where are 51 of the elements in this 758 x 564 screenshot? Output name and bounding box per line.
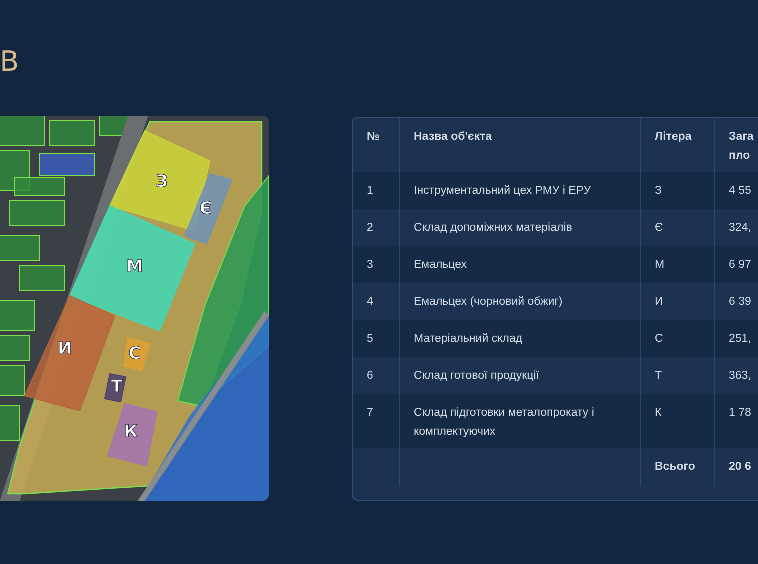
table-cell: 5	[367, 333, 374, 345]
table-cell: И	[655, 296, 664, 308]
table-cell: 363,	[729, 370, 752, 382]
table-cell: 6	[367, 370, 374, 382]
table-cell: 7	[367, 407, 374, 419]
table-cell: М	[655, 259, 665, 271]
table-cell: 1	[367, 185, 374, 197]
plot-label: С	[128, 344, 142, 364]
table-cell: 4 55	[729, 185, 752, 197]
land-parcel	[0, 300, 36, 332]
column-header: №	[367, 131, 380, 143]
table-cell: 3	[367, 259, 374, 271]
table-cell: С	[655, 333, 664, 345]
table-cell: 1 78	[729, 407, 752, 419]
total-label: Всього	[655, 461, 696, 473]
table-cell: Матеріальний склад	[414, 333, 523, 345]
column-header: Зага пло	[729, 130, 754, 164]
table-cell: 4	[367, 296, 374, 308]
table-cell: Інструментальний цех РМУ і ЕРУ	[414, 185, 592, 197]
land-parcel	[0, 116, 46, 146]
plot-label: З	[156, 172, 168, 192]
page-heading: В	[0, 44, 20, 80]
table-cell: Склад готової продукції	[414, 370, 540, 382]
plot-label: М	[126, 257, 144, 277]
land-parcel	[0, 336, 30, 362]
table-cell: 6 39	[729, 296, 752, 308]
table-cell: Емальцех (чорновий обжиг)	[414, 296, 563, 308]
total-value: 20 6	[729, 461, 752, 473]
column-header: Назва об'єкта	[414, 131, 492, 143]
table-cell: 6 97	[729, 259, 752, 271]
plot-label: И	[58, 339, 72, 359]
column-header: Літера	[655, 131, 692, 143]
land-parcel	[10, 200, 66, 226]
land-parcel	[50, 120, 96, 146]
table-cell: Є	[655, 222, 664, 234]
table-cell: 324,	[729, 222, 752, 234]
table-cell: Склад допоміжних матеріалів	[414, 222, 572, 234]
table-cell: Т	[655, 370, 662, 382]
table-cell: К	[655, 407, 662, 419]
table-cell: 251,	[729, 333, 752, 345]
land-parcel	[40, 154, 96, 176]
table-cell: 2	[367, 222, 374, 234]
table-cell: Емальцех	[414, 259, 468, 271]
plot-label: К	[124, 422, 138, 442]
plot-label: Т	[111, 377, 123, 397]
land-parcel	[0, 406, 20, 442]
table-cell: Склад підготовки металопрокату і комплектуючих	[414, 407, 594, 438]
land-parcel	[20, 266, 66, 292]
plot-label: Є	[200, 199, 212, 219]
table-cell: З	[655, 185, 662, 197]
land-parcel	[0, 236, 40, 262]
